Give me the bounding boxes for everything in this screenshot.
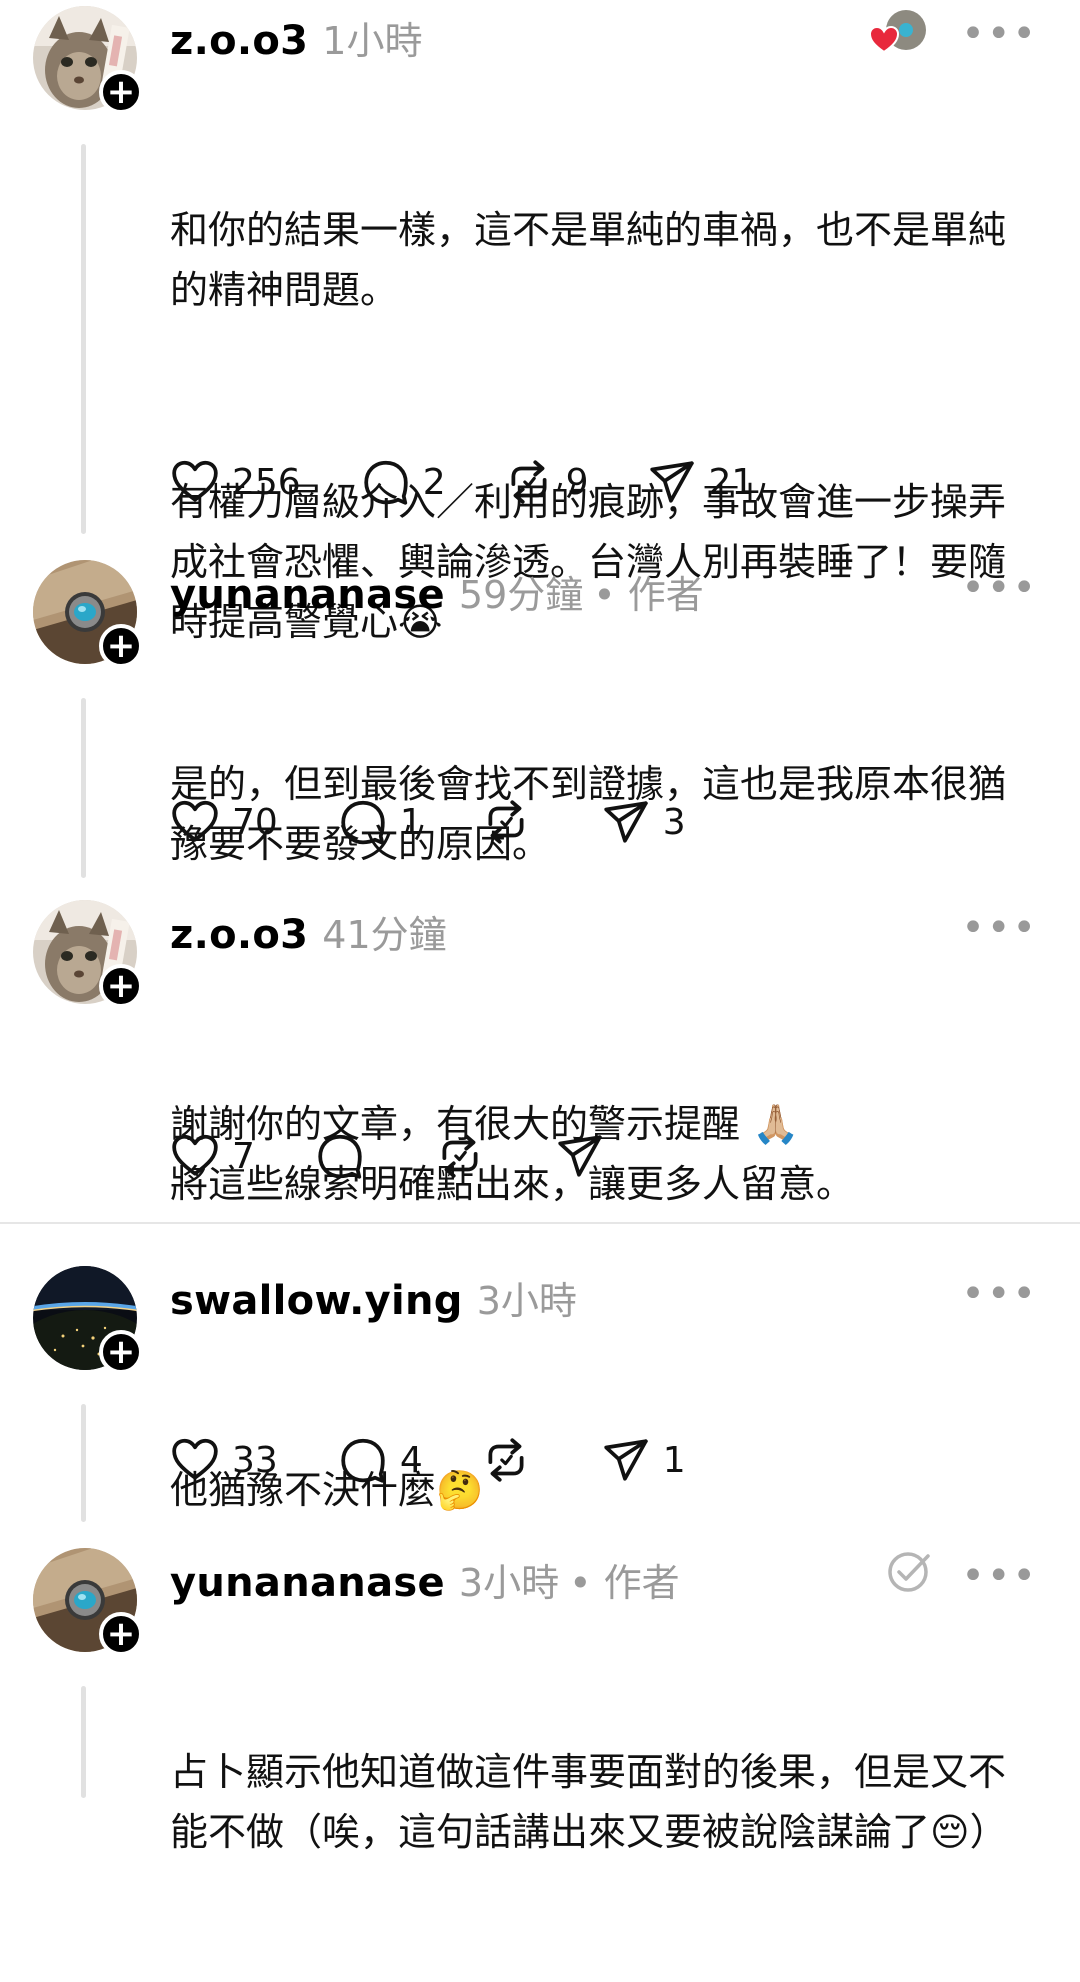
- avatar[interactable]: +: [33, 560, 143, 668]
- username[interactable]: z.o.o3: [170, 18, 308, 64]
- reply-count: 4: [399, 1439, 423, 1481]
- repost-count: 9: [565, 461, 589, 503]
- speech-bubble-icon: [338, 1435, 388, 1485]
- avatar[interactable]: +: [33, 6, 143, 114]
- speech-bubble-icon: [361, 457, 411, 507]
- reply-count: 2: [422, 461, 446, 503]
- avatar[interactable]: +: [33, 1548, 143, 1656]
- repost-icon: [504, 457, 554, 507]
- username[interactable]: yunananase: [170, 1560, 445, 1606]
- heart-icon: [170, 797, 220, 847]
- more-options-button[interactable]: •••: [961, 14, 1038, 54]
- timestamp: 3小時: [458, 1561, 560, 1605]
- post-header: swallow.ying 3小時: [170, 1270, 577, 1325]
- reply-button[interactable]: 1: [338, 797, 423, 847]
- like-button[interactable]: 70: [170, 797, 278, 847]
- comment-thread: + swallow.ying 3小時 ••• 他猶豫不決什麼🤔 33 4 1 +…: [0, 1232, 1080, 1854]
- username[interactable]: yunananase: [170, 572, 445, 618]
- follow-button[interactable]: +: [99, 70, 143, 114]
- reply-button[interactable]: 4: [338, 1435, 423, 1485]
- heart-icon: [170, 1435, 220, 1485]
- thread-line: [81, 1686, 86, 1798]
- author-tag: • 作者: [593, 573, 704, 617]
- username[interactable]: swallow.ying: [170, 1278, 463, 1324]
- username[interactable]: z.o.o3: [170, 912, 308, 958]
- share-count: 3: [662, 801, 686, 843]
- reply-post[interactable]: + yunananase 59分鐘 • 作者 ••• 是的，但到最後會找不到證據…: [0, 554, 1080, 884]
- comment-thread: + z.o.o3 1小時 ••• 和你的結果一樣，這不是單純的車禍，也不是單純的…: [0, 0, 1080, 1206]
- like-button[interactable]: 7: [170, 1131, 255, 1181]
- thread-divider: [0, 1222, 1080, 1224]
- post-header: yunananase 59分鐘 • 作者: [170, 564, 704, 619]
- follow-button[interactable]: +: [99, 1330, 143, 1374]
- post-header: yunananase 3小時 • 作者: [170, 1552, 680, 1607]
- heart-icon: [170, 457, 220, 507]
- reply-button[interactable]: 2: [361, 457, 446, 507]
- speech-bubble-icon: [315, 1131, 365, 1181]
- share-button[interactable]: 21: [647, 457, 755, 507]
- paper-plane-icon: [601, 1435, 651, 1485]
- reply-button[interactable]: [315, 1131, 377, 1181]
- reply-post[interactable]: + swallow.ying 3小時 ••• 他猶豫不決什麼🤔 33 4 1: [0, 1232, 1080, 1522]
- more-options-button[interactable]: •••: [961, 1274, 1038, 1314]
- post-text: 占卜顯示他知道做這件事要面對的後果，但是又不能不做（唉，這句話講出來又要被說陰謀…: [170, 1622, 1020, 1982]
- reposted-badge-icon[interactable]: [884, 1548, 932, 1600]
- repost-button[interactable]: [481, 1435, 543, 1485]
- reply-post[interactable]: + z.o.o3 1小時 ••• 和你的結果一樣，這不是單純的車禍，也不是單純的…: [0, 0, 1080, 644]
- thread-line: [81, 1404, 86, 1522]
- repost-button[interactable]: [435, 1131, 497, 1181]
- post-paragraph: 占卜顯示他知道做這件事要面對的後果，但是又不能不做（唉，這句話講出來又要被說陰謀…: [170, 1750, 1008, 1854]
- avatar[interactable]: +: [33, 900, 143, 1008]
- action-bar: 256 2 9 21: [170, 454, 754, 510]
- share-button[interactable]: [555, 1131, 617, 1181]
- more-options-button[interactable]: •••: [961, 1556, 1038, 1596]
- repost-icon: [481, 1435, 531, 1485]
- speech-bubble-icon: [338, 797, 388, 847]
- repost-icon: [481, 797, 531, 847]
- thread-line: [81, 698, 86, 878]
- share-count: 21: [708, 461, 755, 503]
- like-count: 256: [232, 461, 301, 503]
- like-count: 33: [232, 1439, 278, 1481]
- author-tag: • 作者: [569, 1561, 680, 1605]
- reply-post[interactable]: + z.o.o3 41分鐘 ••• 謝謝你的文章，有很大的警示提醒 🙏🏼 將這些…: [0, 894, 1080, 1206]
- reply-count: 1: [399, 801, 423, 843]
- action-bar: 33 4 1: [170, 1432, 686, 1488]
- like-button[interactable]: 256: [170, 457, 301, 507]
- heart-icon: [170, 1131, 220, 1181]
- follow-button[interactable]: +: [99, 624, 143, 668]
- avatar[interactable]: +: [33, 1266, 143, 1374]
- like-count: 7: [232, 1135, 255, 1177]
- reply-post[interactable]: + yunananase 3小時 • 作者 ••• 占卜顯示他知道做這件事要面對…: [0, 1542, 1080, 1854]
- repost-icon: [435, 1131, 485, 1181]
- paper-plane-icon: [601, 797, 651, 847]
- share-button[interactable]: 1: [601, 1435, 686, 1485]
- share-count: 1: [662, 1439, 686, 1481]
- heart-filled-icon: [868, 25, 900, 54]
- author-liked-indicator: [866, 8, 930, 56]
- more-options-button[interactable]: •••: [961, 908, 1038, 948]
- follow-button[interactable]: +: [99, 964, 143, 1008]
- like-count: 70: [232, 801, 278, 843]
- like-button[interactable]: 33: [170, 1435, 278, 1485]
- repost-button[interactable]: 9: [504, 457, 589, 507]
- repost-button[interactable]: [481, 797, 543, 847]
- thread-line: [81, 144, 86, 534]
- paper-plane-icon: [647, 457, 697, 507]
- timestamp: 41分鐘: [322, 913, 447, 957]
- share-button[interactable]: 3: [601, 797, 686, 847]
- timestamp: 3小時: [476, 1279, 577, 1323]
- post-header: z.o.o3 1小時: [170, 10, 422, 65]
- post-header: z.o.o3 41分鐘: [170, 904, 447, 959]
- more-options-button[interactable]: •••: [961, 568, 1038, 608]
- paper-plane-icon: [555, 1131, 605, 1181]
- follow-button[interactable]: +: [99, 1612, 143, 1656]
- post-paragraph: 和你的結果一樣，這不是單純的車禍，也不是單純的精神問題。: [170, 208, 1007, 312]
- action-bar: 7: [170, 1128, 617, 1184]
- timestamp: 59分鐘: [458, 573, 584, 617]
- timestamp: 1小時: [322, 19, 423, 63]
- action-bar: 70 1 3: [170, 794, 686, 850]
